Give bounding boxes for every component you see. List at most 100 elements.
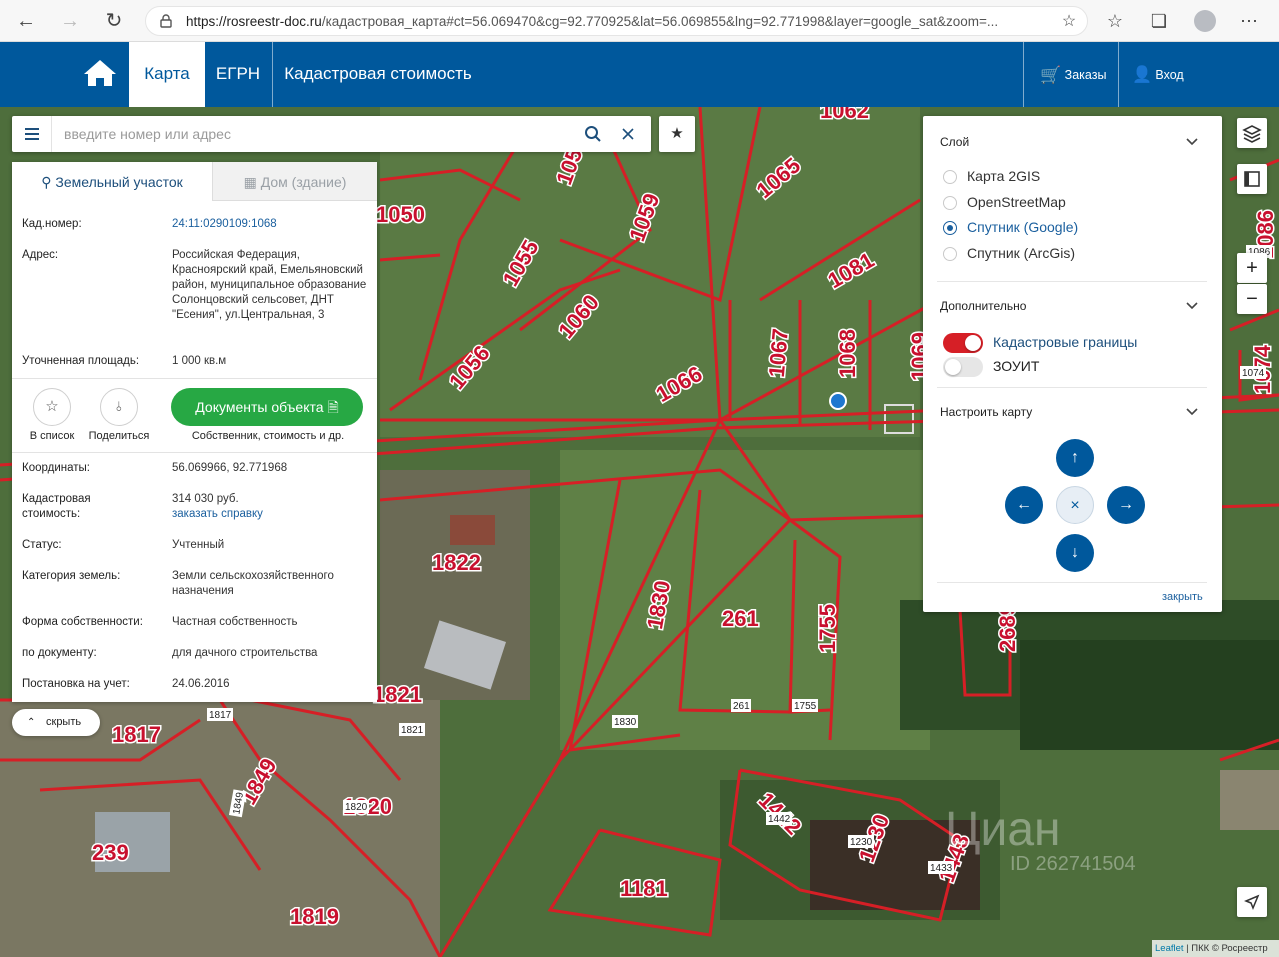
pan-down-button[interactable]: ↓ xyxy=(1056,534,1094,572)
small-plot-label: 261 xyxy=(733,701,750,712)
favorites-icon[interactable]: ☆ xyxy=(1104,10,1126,32)
cadastral-boundaries-toggle[interactable] xyxy=(943,333,983,353)
arrow-up-icon: ↑ xyxy=(1071,449,1079,466)
header-divider xyxy=(1023,42,1024,107)
documents-button-label: Документы объекта xyxy=(195,399,324,415)
share-button[interactable]: ⫰ xyxy=(100,388,138,426)
header-divider xyxy=(1118,42,1119,107)
pan-right-button[interactable]: → xyxy=(1107,486,1145,524)
radio-button-selected[interactable] xyxy=(943,221,957,235)
chevron-down-icon[interactable] xyxy=(1185,407,1199,417)
extra-section-title[interactable]: Дополнительно xyxy=(940,299,1026,313)
coords-label: Координаты: xyxy=(22,462,90,474)
plot-label: 261 xyxy=(722,606,759,631)
tab-land-plot[interactable]: ⚲ Земельный участок xyxy=(12,162,212,201)
reset-pan-button[interactable]: × xyxy=(1056,486,1094,524)
plot-label: 1067 xyxy=(764,327,793,378)
layers-icon xyxy=(1242,125,1262,143)
map-attribution: Leaflet | ПКК © Росреестр xyxy=(1152,940,1279,957)
zoom-out-button[interactable]: − xyxy=(1237,284,1267,314)
star-outline-icon: ☆ xyxy=(45,398,59,415)
hamburger-icon xyxy=(25,128,39,140)
zoom-in-button[interactable]: + xyxy=(1237,253,1267,283)
small-plot-label: 1442 xyxy=(768,814,791,825)
collections-icon[interactable]: ❏ xyxy=(1148,10,1170,32)
tab-egrn[interactable]: ЕГРН xyxy=(207,42,269,107)
cadnum-value[interactable]: 24:11:0290109:1068 xyxy=(172,217,372,232)
orders-link[interactable]: 🛒 Заказы xyxy=(1040,42,1106,107)
back-icon[interactable]: ← xyxy=(12,7,40,35)
minus-icon: − xyxy=(1246,288,1258,310)
configure-section-title[interactable]: Настроить карту xyxy=(940,405,1032,419)
zouit-toggle[interactable] xyxy=(943,357,983,377)
registered-label: Постановка на учет: xyxy=(22,678,130,690)
locate-button[interactable] xyxy=(1237,887,1267,917)
search-input[interactable] xyxy=(54,116,574,152)
plot-label: 1819 xyxy=(290,904,339,929)
star-icon: ★ xyxy=(670,125,684,142)
arrow-right-icon: → xyxy=(1118,496,1134,513)
watermark: Циан xyxy=(945,803,1061,856)
pan-up-button[interactable]: ↑ xyxy=(1056,439,1094,477)
divider xyxy=(937,582,1207,583)
small-plot-label: 1817 xyxy=(209,710,232,721)
divider xyxy=(937,281,1207,282)
radio-button[interactable] xyxy=(943,247,957,261)
cadastral-boundaries-label: Кадастровые границы xyxy=(993,334,1138,350)
ruler-icon xyxy=(1244,171,1260,187)
divider xyxy=(12,452,377,453)
tab-map[interactable]: Карта xyxy=(129,42,205,107)
home-icon[interactable] xyxy=(83,58,117,88)
radio-button[interactable] xyxy=(943,196,957,210)
small-plot-label: 1230 xyxy=(850,837,873,848)
reload-icon[interactable]: ↻ xyxy=(100,7,128,35)
forward-icon[interactable]: → xyxy=(56,7,84,35)
object-info-panel: ⚲ Земельный участок ▦ Дом (здание) Кад.н… xyxy=(12,162,377,702)
small-plot-label: 1830 xyxy=(614,717,637,728)
plot-label: 1050 xyxy=(376,202,425,227)
attribution-text: | ПКК © Росреестр xyxy=(1186,943,1268,954)
menu-button[interactable] xyxy=(12,116,52,152)
add-favorite-icon[interactable]: ☆ xyxy=(1058,11,1080,33)
chevron-down-icon[interactable] xyxy=(1185,301,1199,311)
chevron-down-icon[interactable] xyxy=(1185,137,1199,147)
status-value: Учтенный xyxy=(172,539,225,551)
documents-button[interactable]: Документы объекта 🗎 xyxy=(171,388,363,426)
search-icon[interactable] xyxy=(584,125,602,143)
orders-label: Заказы xyxy=(1064,68,1107,82)
header-divider xyxy=(272,42,273,107)
radio-button[interactable] xyxy=(943,170,957,184)
plot-label: 1181 xyxy=(620,876,668,901)
cart-icon: 🛒 xyxy=(1040,65,1062,85)
plot-label: 1817 xyxy=(112,722,161,747)
pan-left-button[interactable]: ← xyxy=(1005,486,1043,524)
login-link[interactable]: 👤 Вход xyxy=(1132,42,1184,107)
plus-icon: + xyxy=(1246,257,1258,279)
tab-building[interactable]: ▦ Дом (здание) xyxy=(212,162,377,201)
add-to-list-button[interactable]: ☆ xyxy=(33,388,71,426)
search-bar xyxy=(12,116,651,152)
layers-button[interactable] xyxy=(1237,118,1267,148)
hide-panel-button[interactable]: ⌃ скрыть xyxy=(12,709,100,736)
more-menu-icon[interactable]: ⋯ xyxy=(1238,10,1260,32)
close-panel-link[interactable]: закрыть xyxy=(1162,591,1203,603)
close-icon[interactable] xyxy=(619,125,637,143)
tab-cadastral-cost[interactable]: Кадастровая стоимость xyxy=(278,42,478,107)
leaflet-link[interactable]: Leaflet xyxy=(1155,943,1184,954)
building-icon: ▦ xyxy=(243,174,257,190)
address-bar[interactable]: https://rosreestr-doc.ru/кадастровая_кар… xyxy=(145,6,1088,36)
close-icon: × xyxy=(1070,497,1080,514)
small-plot-label: 1433 xyxy=(930,863,953,874)
cadnum-label: Кад.номер: xyxy=(22,218,82,230)
measure-button[interactable] xyxy=(1237,164,1267,194)
cost-value: 314 030 руб. xyxy=(172,493,239,505)
category-value: Земли сельскохозяйственного назначения xyxy=(172,570,334,597)
coords-value: 56.069966, 92.771968 xyxy=(172,462,288,474)
layer-section-title[interactable]: Слой xyxy=(940,135,969,149)
favorites-button[interactable]: ★ xyxy=(659,116,695,152)
arrow-left-icon: ← xyxy=(1016,496,1032,513)
layer-option-label: Спутник (Google) xyxy=(967,219,1079,235)
profile-avatar[interactable] xyxy=(1194,10,1216,32)
registered-value: 24.06.2016 xyxy=(172,678,230,690)
order-certificate-link[interactable]: заказать справку xyxy=(172,507,372,522)
